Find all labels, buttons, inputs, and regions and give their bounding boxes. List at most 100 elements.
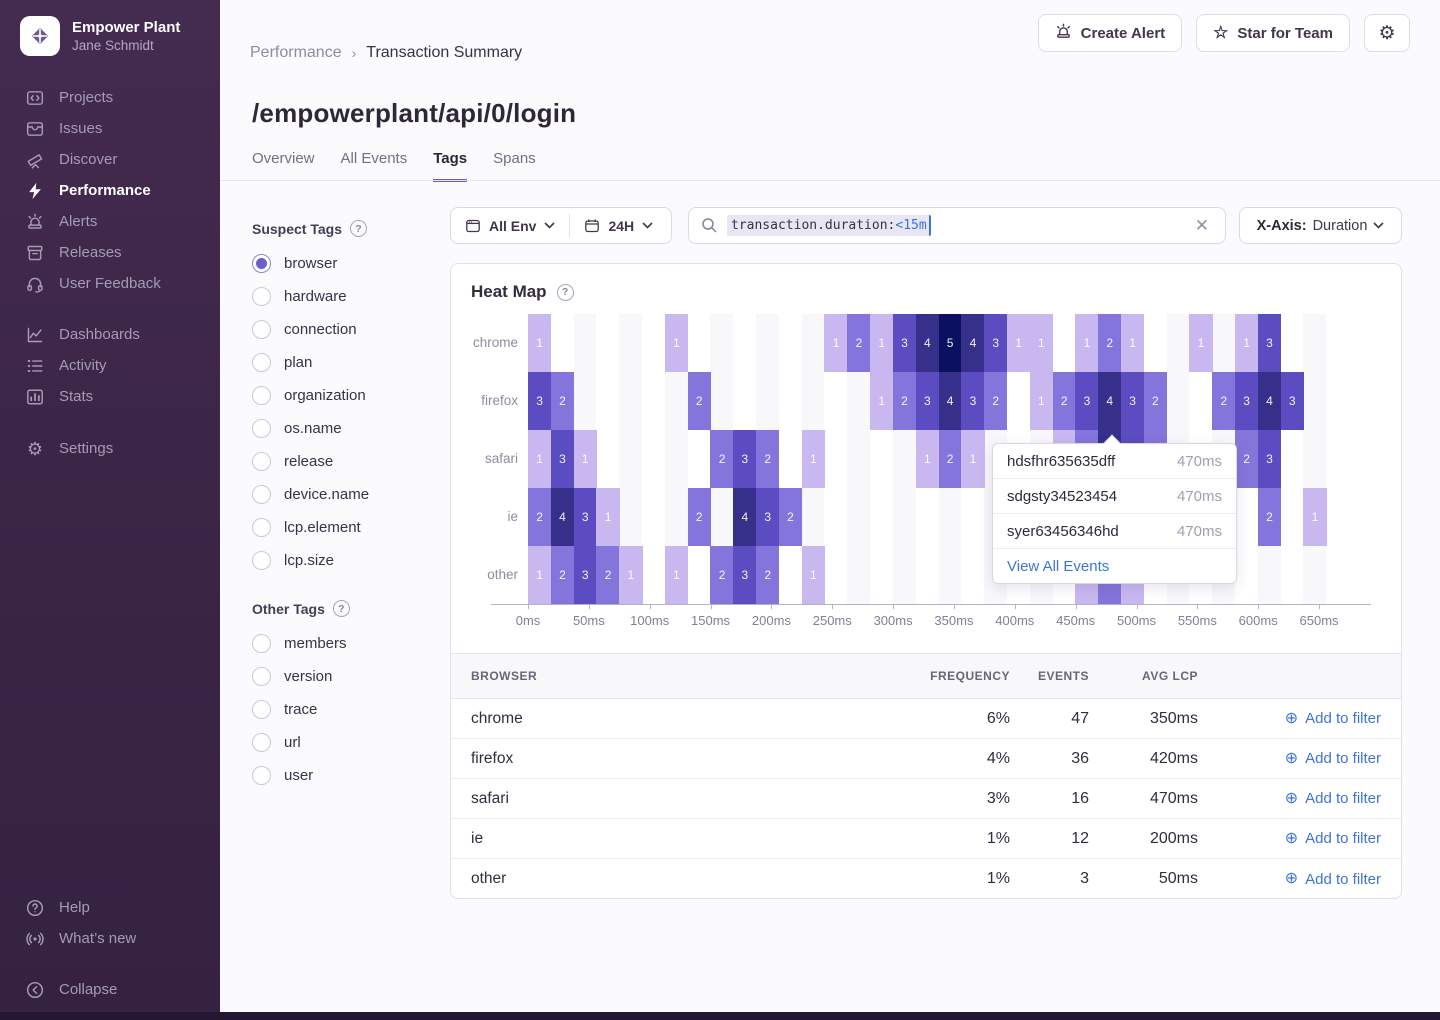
tag-radio-os-name[interactable]: os.name: [252, 418, 422, 438]
heatmap-cell-ie-2[interactable]: 3: [574, 488, 597, 546]
heatmap-cell-ie-32[interactable]: 2: [1258, 488, 1281, 546]
heatmap-cell-ie-3[interactable]: 1: [596, 488, 619, 546]
heatmap-cell-chrome-6[interactable]: 1: [665, 314, 688, 372]
sidebar-item-performance[interactable]: Performance: [0, 175, 220, 206]
sidebar-item-user-feedback[interactable]: User Feedback: [0, 268, 220, 299]
sidebar-item-settings[interactable]: ⚙Settings: [0, 433, 220, 464]
heatmap-cell-chrome-32[interactable]: 3: [1258, 314, 1281, 372]
sidebar-item-what-s-new[interactable]: What’s new: [0, 923, 220, 954]
heatmap-cell-firefox-26[interactable]: 3: [1121, 372, 1144, 430]
help-question-icon[interactable]: ?: [557, 284, 574, 301]
heatmap-cell-chrome-31[interactable]: 1: [1235, 314, 1258, 372]
radio-icon[interactable]: [252, 254, 271, 273]
radio-icon[interactable]: [252, 485, 271, 504]
heatmap-cell-firefox-23[interactable]: 2: [1053, 372, 1076, 430]
heatmap-cell-other-8[interactable]: 2: [710, 546, 733, 604]
heatmap-cell-ie-7[interactable]: 2: [688, 488, 711, 546]
heatmap-cell-firefox-16[interactable]: 2: [893, 372, 916, 430]
heatmap-cell-firefox-7[interactable]: 2: [688, 372, 711, 430]
environment-selector[interactable]: All Env: [451, 208, 569, 243]
heatmap-cell-safari-31[interactable]: 2: [1235, 430, 1258, 488]
radio-icon[interactable]: [252, 733, 271, 752]
heatmap-cell-safari-0[interactable]: 1: [528, 430, 551, 488]
clear-search-icon[interactable]: ✕: [1191, 216, 1213, 236]
radio-icon[interactable]: [252, 287, 271, 306]
tag-radio-browser[interactable]: browser: [252, 253, 422, 273]
heatmap-cell-ie-9[interactable]: 4: [733, 488, 756, 546]
heatmap-cell-other-2[interactable]: 3: [574, 546, 597, 604]
add-to-filter-button[interactable]: ⊕Add to filter: [1198, 710, 1381, 727]
heatmap-cell-ie-1[interactable]: 4: [551, 488, 574, 546]
tag-radio-url[interactable]: url: [252, 732, 422, 752]
heatmap-cell-other-0[interactable]: 1: [528, 546, 551, 604]
add-to-filter-button[interactable]: ⊕Add to filter: [1198, 830, 1381, 847]
heatmap-cell-firefox-30[interactable]: 2: [1212, 372, 1235, 430]
heatmap-cell-firefox-19[interactable]: 3: [961, 372, 984, 430]
settings-gear-button[interactable]: ⚙: [1364, 14, 1410, 52]
heatmap-cell-ie-0[interactable]: 2: [528, 488, 551, 546]
heatmap-cell-ie-34[interactable]: 1: [1303, 488, 1326, 546]
heatmap-cell-firefox-27[interactable]: 2: [1144, 372, 1167, 430]
view-all-events-link[interactable]: View All Events: [993, 549, 1236, 583]
heatmap-cell-safari-12[interactable]: 1: [802, 430, 825, 488]
radio-icon[interactable]: [252, 320, 271, 339]
tag-radio-trace[interactable]: trace: [252, 699, 422, 719]
add-to-filter-button[interactable]: ⊕Add to filter: [1198, 750, 1381, 767]
heatmap-cell-chrome-17[interactable]: 4: [916, 314, 939, 372]
radio-icon[interactable]: [252, 766, 271, 785]
tab-all-events[interactable]: All Events: [341, 150, 408, 182]
heatmap-cell-firefox-1[interactable]: 2: [551, 372, 574, 430]
sidebar-item-help[interactable]: Help: [0, 892, 220, 923]
tag-radio-hardware[interactable]: hardware: [252, 286, 422, 306]
tag-radio-user[interactable]: user: [252, 765, 422, 785]
radio-icon[interactable]: [252, 353, 271, 372]
help-question-icon[interactable]: ?: [350, 220, 367, 237]
heatmap-cell-safari-9[interactable]: 3: [733, 430, 756, 488]
heatmap-cell-chrome-29[interactable]: 1: [1189, 314, 1212, 372]
sidebar-item-dashboards[interactable]: Dashboards: [0, 319, 220, 350]
heatmap-cell-firefox-0[interactable]: 3: [528, 372, 551, 430]
sidebar-item-issues[interactable]: Issues: [0, 113, 220, 144]
heatmap-cell-safari-8[interactable]: 2: [710, 430, 733, 488]
heatmap-cell-other-6[interactable]: 1: [665, 546, 688, 604]
heatmap-cell-chrome-0[interactable]: 1: [528, 314, 551, 372]
heatmap-cell-chrome-14[interactable]: 2: [847, 314, 870, 372]
tag-radio-lcp-element[interactable]: lcp.element: [252, 517, 422, 537]
tag-radio-organization[interactable]: organization: [252, 385, 422, 405]
heatmap-cell-ie-11[interactable]: 2: [779, 488, 802, 546]
heatmap-cell-safari-1[interactable]: 3: [551, 430, 574, 488]
star-for-team-button[interactable]: ☆ Star for Team: [1196, 14, 1350, 52]
create-alert-button[interactable]: Create Alert: [1038, 14, 1182, 52]
sidebar-item-alerts[interactable]: Alerts: [0, 206, 220, 237]
radio-icon[interactable]: [252, 700, 271, 719]
sidebar-item-activity[interactable]: Activity: [0, 350, 220, 381]
heatmap-cell-chrome-25[interactable]: 2: [1098, 314, 1121, 372]
heatmap-cell-firefox-24[interactable]: 3: [1075, 372, 1098, 430]
heatmap-cell-safari-32[interactable]: 3: [1258, 430, 1281, 488]
heatmap-cell-safari-19[interactable]: 1: [961, 430, 984, 488]
heatmap-cell-other-9[interactable]: 3: [733, 546, 756, 604]
heatmap-cell-chrome-24[interactable]: 1: [1075, 314, 1098, 372]
tag-radio-version[interactable]: version: [252, 666, 422, 686]
heatmap-cell-chrome-15[interactable]: 1: [870, 314, 893, 372]
add-to-filter-button[interactable]: ⊕Add to filter: [1198, 790, 1381, 807]
tag-radio-plan[interactable]: plan: [252, 352, 422, 372]
radio-icon[interactable]: [252, 518, 271, 537]
radio-icon[interactable]: [252, 419, 271, 438]
tag-radio-release[interactable]: release: [252, 451, 422, 471]
radio-icon[interactable]: [252, 667, 271, 686]
tag-radio-connection[interactable]: connection: [252, 319, 422, 339]
tag-radio-members[interactable]: members: [252, 633, 422, 653]
heatmap-cell-chrome-20[interactable]: 3: [984, 314, 1007, 372]
search-input[interactable]: transaction.duration:<15m ✕: [688, 207, 1226, 244]
add-to-filter-button[interactable]: ⊕Add to filter: [1198, 871, 1381, 888]
heatmap-cell-safari-17[interactable]: 1: [916, 430, 939, 488]
heatmap-cell-chrome-18[interactable]: 5: [939, 314, 962, 372]
heatmap-cell-firefox-25[interactable]: 4: [1098, 372, 1121, 430]
sidebar-item-discover[interactable]: Discover: [0, 144, 220, 175]
heatmap-cell-chrome-16[interactable]: 3: [893, 314, 916, 372]
tag-radio-lcp-size[interactable]: lcp.size: [252, 550, 422, 570]
heatmap-cell-firefox-22[interactable]: 1: [1030, 372, 1053, 430]
tab-spans[interactable]: Spans: [493, 150, 536, 182]
heatmap-cell-safari-18[interactable]: 2: [939, 430, 962, 488]
